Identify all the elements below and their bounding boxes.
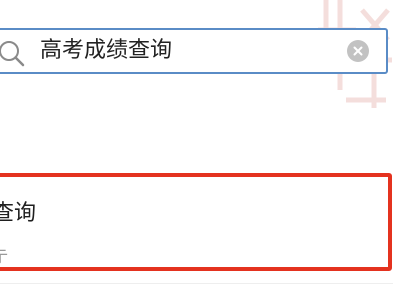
- clear-button[interactable]: [347, 40, 369, 62]
- result-title: 查询: [0, 201, 37, 226]
- divider: [0, 283, 393, 284]
- search-screen: 查询 亍: [0, 0, 393, 295]
- search-input[interactable]: [40, 30, 330, 72]
- search-bar[interactable]: [0, 28, 388, 74]
- search-icon: [0, 41, 25, 67]
- search-result-item[interactable]: 查询 亍: [0, 173, 392, 271]
- clear-icon: [353, 46, 363, 56]
- result-subtitle: 亍: [0, 247, 9, 266]
